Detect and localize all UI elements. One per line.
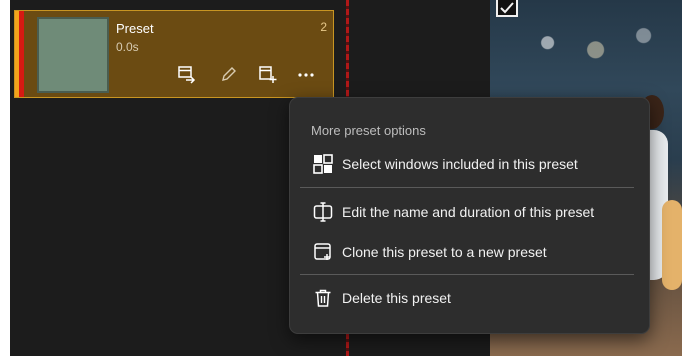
player-figure-3 xyxy=(662,200,682,290)
menu-item-select-windows[interactable]: Select windows included in this preset xyxy=(290,146,649,182)
preset-options-menu: More preset options Select windows inclu… xyxy=(289,97,650,334)
more-options-icon[interactable] xyxy=(295,63,317,85)
menu-item-label: Clone this preset to a new preset xyxy=(342,244,547,260)
preset-name: Preset xyxy=(116,21,154,36)
menu-header: More preset options xyxy=(311,123,426,138)
preset-card[interactable]: Preset 0.0s 2 xyxy=(14,10,334,98)
preview-checkbox[interactable] xyxy=(496,0,518,17)
preset-accent-red xyxy=(19,11,24,97)
clone-preset-icon xyxy=(312,241,334,263)
menu-item-edit-name-duration[interactable]: Edit the name and duration of this prese… xyxy=(290,194,649,230)
preset-thumbnail xyxy=(37,17,109,93)
clone-preset-icon[interactable] xyxy=(256,63,278,85)
menu-item-label: Delete this preset xyxy=(342,290,451,306)
app-window: Preset 0.0s 2 More preset options Select… xyxy=(0,0,682,356)
menu-item-delete-preset[interactable]: Delete this preset xyxy=(290,280,649,316)
menu-item-label: Edit the name and duration of this prese… xyxy=(342,204,595,220)
menu-item-clone-preset[interactable]: Clone this preset to a new preset xyxy=(290,234,649,270)
edit-name-duration-icon xyxy=(312,201,334,223)
menu-divider xyxy=(300,274,634,275)
preset-number: 2 xyxy=(320,20,327,34)
menu-divider xyxy=(300,187,634,188)
select-windows-icon[interactable] xyxy=(176,63,198,85)
checkmark-icon xyxy=(500,1,514,13)
select-windows-icon xyxy=(312,153,334,175)
edit-pencil-icon[interactable] xyxy=(218,63,240,85)
menu-item-label: Select windows included in this preset xyxy=(342,156,578,172)
preset-duration: 0.0s xyxy=(116,40,139,54)
trash-icon xyxy=(312,287,334,309)
